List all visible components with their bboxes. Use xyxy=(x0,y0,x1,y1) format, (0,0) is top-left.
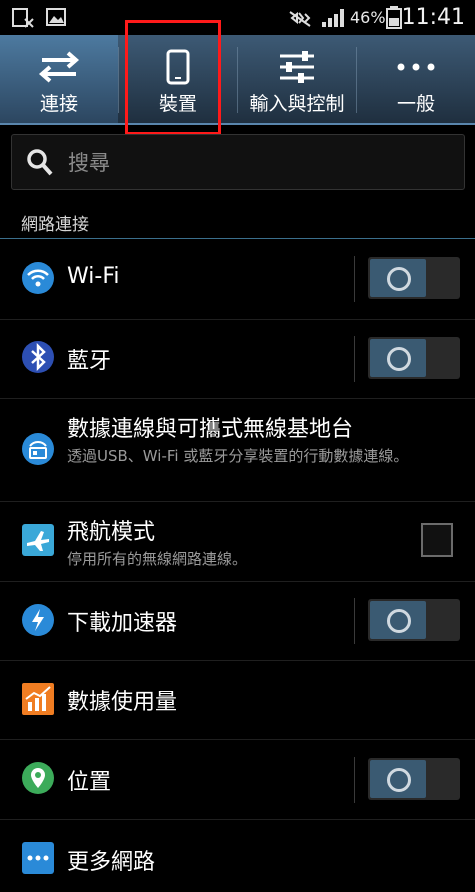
setting-more-networks-title: 更多網路 xyxy=(67,850,156,875)
wifi-toggle[interactable] xyxy=(368,257,460,299)
divider xyxy=(354,256,355,302)
setting-download-booster-title: 下載加速器 xyxy=(67,611,178,636)
battery-icon xyxy=(386,6,402,29)
setting-wifi-title: Wi-Fi xyxy=(67,264,120,289)
setting-tethering-subtitle: 透過USB、Wi-Fi 或藍牙分享裝置的行動數據連線。 xyxy=(67,447,409,465)
search-bar[interactable] xyxy=(11,134,465,190)
setting-airplane-mode-subtitle: 停用所有的無線網路連線。 xyxy=(67,550,248,568)
toggle-knob xyxy=(370,259,426,297)
download-booster-icon xyxy=(22,604,54,636)
wifi-icon xyxy=(22,262,54,294)
location-toggle[interactable] xyxy=(368,758,460,800)
setting-more-networks[interactable]: 更多網路 xyxy=(0,820,475,892)
search-input[interactable] xyxy=(66,145,450,181)
toggle-knob xyxy=(370,760,426,798)
toggle-knob xyxy=(370,601,426,639)
swap-arrows-icon xyxy=(38,51,80,83)
phone-device-icon xyxy=(166,49,190,85)
bluetooth-toggle[interactable] xyxy=(368,337,460,379)
setting-bluetooth[interactable]: 藍牙 xyxy=(0,320,475,399)
divider xyxy=(354,598,355,644)
airplane-mode-checkbox[interactable] xyxy=(421,523,453,557)
settings-tab-bar: 連接 裝置 輸入與控制 一般 xyxy=(0,35,475,125)
setting-airplane-mode[interactable]: 飛航模式 停用所有的無線網路連線。 xyxy=(0,502,475,582)
more-networks-icon xyxy=(22,842,54,874)
vibrate-mute-icon xyxy=(289,11,311,27)
more-dots-icon xyxy=(397,63,435,71)
signal-icon xyxy=(322,9,344,27)
setting-bluetooth-title: 藍牙 xyxy=(67,349,112,374)
airplane-icon xyxy=(22,524,54,556)
tab-connections[interactable]: 連接 xyxy=(0,35,118,123)
tab-device[interactable]: 裝置 xyxy=(119,35,237,123)
tab-input-control-label: 輸入與控制 xyxy=(249,93,345,115)
hotspot-icon xyxy=(22,433,54,465)
tab-general[interactable]: 一般 xyxy=(357,35,475,123)
battery-percent: 46% xyxy=(350,8,386,27)
tab-input-control[interactable]: 輸入與控制 xyxy=(238,35,356,123)
sliders-icon xyxy=(280,51,314,83)
setting-wifi[interactable]: Wi-Fi xyxy=(0,239,475,320)
toggle-knob xyxy=(370,339,426,377)
notification-icon xyxy=(12,8,34,28)
setting-location-title: 位置 xyxy=(67,770,112,795)
divider xyxy=(354,336,355,382)
status-bar: 46% 11:41 xyxy=(0,0,475,35)
section-header: 網路連接 xyxy=(0,205,475,239)
clock: 11:41 xyxy=(401,5,465,30)
location-icon xyxy=(22,762,54,794)
image-icon xyxy=(46,8,66,26)
setting-location[interactable]: 位置 xyxy=(0,740,475,820)
setting-data-usage[interactable]: 數據使用量 xyxy=(0,661,475,740)
bluetooth-icon xyxy=(22,341,54,373)
tab-connections-label: 連接 xyxy=(39,93,78,115)
setting-tethering-title: 數據連線與可攜式無線基地台 xyxy=(67,417,354,442)
section-title: 網路連接 xyxy=(21,215,89,235)
data-usage-icon xyxy=(22,683,54,715)
setting-airplane-mode-title: 飛航模式 xyxy=(67,520,156,545)
setting-data-usage-title: 數據使用量 xyxy=(67,690,178,715)
divider xyxy=(354,757,355,803)
setting-download-booster[interactable]: 下載加速器 xyxy=(0,582,475,661)
setting-tethering[interactable]: 數據連線與可攜式無線基地台 透過USB、Wi-Fi 或藍牙分享裝置的行動數據連線… xyxy=(0,399,475,502)
tab-general-label: 一般 xyxy=(396,93,435,115)
download-booster-toggle[interactable] xyxy=(368,599,460,641)
tab-device-label: 裝置 xyxy=(158,93,197,115)
search-icon xyxy=(27,149,53,176)
